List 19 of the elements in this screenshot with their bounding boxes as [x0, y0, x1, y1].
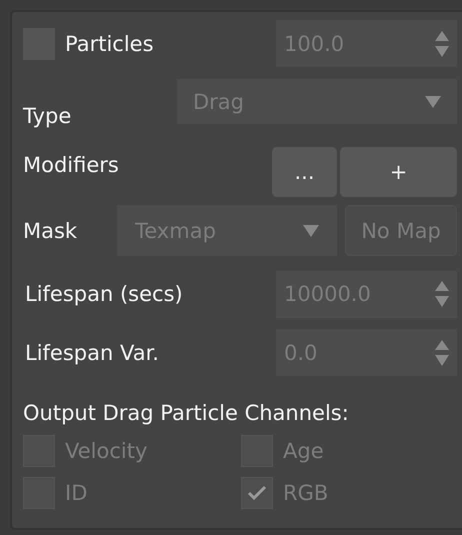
spinner-arrows-icon: [435, 281, 449, 307]
checkmark-icon: [247, 485, 267, 501]
dropdown-arrow-icon: [303, 224, 319, 236]
dropdown-arrow-icon: [425, 96, 441, 108]
spinner-arrows-icon: [435, 340, 449, 366]
spinner-arrows-icon: [435, 30, 449, 56]
channel-label: Age: [283, 439, 324, 463]
channel-label: ID: [65, 481, 88, 505]
channel-label: Velocity: [65, 439, 148, 463]
channels-heading: Output Drag Particle Channels:: [23, 401, 350, 425]
type-label: Type: [23, 104, 72, 128]
channel-label: RGB: [283, 481, 328, 505]
particles-label: Particles: [65, 32, 154, 56]
modifiers-label: Modifiers: [23, 153, 119, 177]
add-button[interactable]: +: [340, 147, 457, 197]
spinner-label: Lifespan (secs): [25, 282, 183, 306]
mask-label: Mask: [23, 218, 78, 242]
browse-button[interactable]: ...: [272, 147, 337, 197]
spinner-label: Lifespan Var.: [25, 340, 159, 364]
